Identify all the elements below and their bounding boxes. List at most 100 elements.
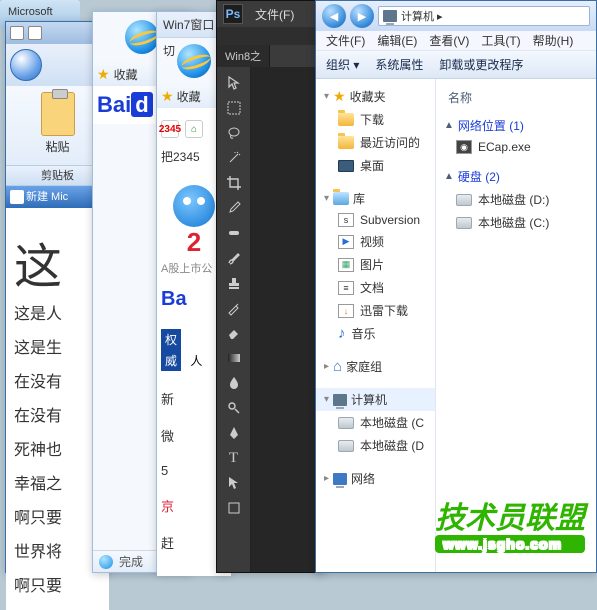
move-tool-icon[interactable]: [221, 71, 247, 95]
globe-icon: [99, 555, 113, 569]
gradient-tool-icon[interactable]: [221, 346, 247, 370]
list-item-ecap[interactable]: ◉ECap.exe: [440, 137, 592, 157]
eraser-tool-icon[interactable]: [221, 321, 247, 345]
menu-file[interactable]: 文件(F): [326, 32, 365, 49]
sidebar-item-drive-d[interactable]: 本地磁盘 (D: [316, 434, 435, 457]
ps-doc-tab[interactable]: Win8之: [217, 45, 270, 67]
drive-icon: [456, 217, 472, 229]
sidebar-item-video[interactable]: ▶视频: [316, 230, 435, 253]
site-2345-icon[interactable]: 2345: [161, 120, 179, 138]
office-orb-icon[interactable]: [10, 49, 42, 81]
explorer-window: ◀ ▶ 计算机 ▸ 文件(F) 编辑(E) 查看(V) 工具(T) 帮助(H) …: [315, 0, 597, 573]
history-brush-icon[interactable]: [221, 296, 247, 320]
word-line: 这是人: [14, 298, 103, 332]
brush-tool-icon[interactable]: [221, 246, 247, 270]
word-line: 啊只要: [14, 570, 103, 604]
sidebar-item-music[interactable]: ♪音乐: [316, 322, 435, 345]
menu-view[interactable]: 查看(V): [429, 32, 469, 49]
word-line: 幸福之: [14, 468, 103, 502]
sidebar-item-desktop[interactable]: 桌面: [316, 154, 435, 177]
site-home-icon[interactable]: ⌂: [185, 120, 203, 138]
qat-undo-icon[interactable]: [28, 26, 42, 40]
drive-icon: [338, 417, 354, 429]
wand-tool-icon[interactable]: [221, 146, 247, 170]
sidebar-group-homegroup[interactable]: ▸⌂家庭组: [316, 355, 435, 378]
ps-menubar: Ps 文件(F): [217, 1, 325, 27]
ps-optionsbar: [217, 27, 325, 45]
menu-edit[interactable]: 编辑(E): [377, 32, 417, 49]
address-bar[interactable]: 计算机 ▸: [378, 6, 590, 26]
chevron-down-icon: ▾: [324, 193, 329, 204]
chip[interactable]: 威: [161, 350, 181, 371]
menu-tools[interactable]: 工具(T): [481, 32, 520, 49]
ie1-fav-label[interactable]: 收藏: [114, 66, 138, 83]
sidebar-item-recent[interactable]: 最近访问的: [316, 131, 435, 154]
cmd-sysprops[interactable]: 系统属性: [375, 56, 423, 73]
eyedropper-tool-icon[interactable]: [221, 196, 247, 220]
list-item-drive-d[interactable]: 本地磁盘 (D:): [440, 188, 592, 211]
sidebar-item-documents[interactable]: ≡文档: [316, 276, 435, 299]
clipboard-icon[interactable]: [41, 92, 75, 136]
cmd-organize[interactable]: 组织 ▾: [326, 56, 359, 73]
explorer-menubar: 文件(F) 编辑(E) 查看(V) 工具(T) 帮助(H): [316, 31, 596, 51]
music-icon: ♪: [338, 325, 346, 342]
star-icon[interactable]: ★: [97, 66, 110, 83]
sidebar-item-pictures[interactable]: ▦图片: [316, 253, 435, 276]
paste-label[interactable]: 粘贴: [10, 138, 105, 155]
lasso-tool-icon[interactable]: [221, 121, 247, 145]
forward-button-icon[interactable]: ▶: [350, 4, 374, 28]
sidebar-item-downloads[interactable]: 下载: [316, 108, 435, 131]
sidebar-group-computer[interactable]: ▾计算机: [316, 388, 435, 411]
ps-logo-icon[interactable]: Ps: [223, 4, 243, 24]
path-select-icon[interactable]: [221, 471, 247, 495]
back-button-icon[interactable]: ◀: [322, 4, 346, 28]
ps-menu-file[interactable]: 文件(F): [255, 6, 294, 23]
ie-logo-icon[interactable]: [125, 20, 159, 54]
word-doc-tab-label: 新建 Mic: [26, 186, 68, 208]
computer-icon: [333, 394, 347, 406]
healing-tool-icon[interactable]: [221, 221, 247, 245]
sidebar-item-xunlei[interactable]: ↓迅雷下载: [316, 299, 435, 322]
group-header-drives[interactable]: ▲硬盘 (2): [440, 165, 592, 188]
sidebar-group-network[interactable]: ▸网络: [316, 467, 435, 490]
word-line: 啊只要: [14, 502, 103, 536]
dodge-tool-icon[interactable]: [221, 396, 247, 420]
triangle-down-icon: ▲: [444, 171, 454, 182]
menu-help[interactable]: 帮助(H): [533, 32, 574, 49]
chevron-down-icon: ▾: [324, 91, 329, 102]
picture-icon: ▦: [338, 258, 354, 272]
stamp-tool-icon[interactable]: [221, 271, 247, 295]
word-big-char: 这: [14, 238, 103, 298]
sidebar-group-libraries[interactable]: ▾库: [316, 187, 435, 210]
blur-tool-icon[interactable]: [221, 371, 247, 395]
photoshop-window: Ps 文件(F) Win8之 T: [216, 0, 326, 573]
list-item-drive-c[interactable]: 本地磁盘 (C:): [440, 211, 592, 234]
ps-toolbox: T: [217, 67, 251, 572]
sidebar-item-drive-c[interactable]: 本地磁盘 (C: [316, 411, 435, 434]
qat-save-icon[interactable]: [10, 26, 24, 40]
marquee-tool-icon[interactable]: [221, 96, 247, 120]
sidebar-item-svn[interactable]: sSubversion: [316, 210, 435, 230]
chip-txt: 人: [190, 354, 202, 368]
sidebar-group-favorites[interactable]: ▾★收藏夹: [316, 85, 435, 108]
pen-tool-icon[interactable]: [221, 421, 247, 445]
word-line: 在没有: [14, 366, 103, 400]
ie2-fav-label[interactable]: 收藏: [177, 88, 201, 105]
ie-logo-icon[interactable]: [177, 44, 211, 78]
desktop-icon: [338, 160, 354, 172]
crop-tool-icon[interactable]: [221, 171, 247, 195]
ps-canvas[interactable]: [251, 67, 325, 572]
explorer-commandbar: 组织 ▾ 系统属性 卸载或更改程序: [316, 51, 596, 79]
star-icon[interactable]: ★: [161, 88, 174, 105]
chip[interactable]: 权: [161, 329, 181, 350]
word-doc-icon: [10, 190, 24, 204]
cmd-uninstall[interactable]: 卸载或更改程序: [439, 56, 523, 73]
octo-num: 2: [187, 227, 201, 257]
type-tool-icon[interactable]: T: [221, 446, 247, 470]
shape-tool-icon[interactable]: [221, 496, 247, 520]
column-header-name[interactable]: 名称: [440, 85, 592, 114]
chevron-down-icon: ▾: [324, 394, 329, 405]
group-header-network[interactable]: ▲网络位置 (1): [440, 114, 592, 137]
watermark: 技术员联盟 www.jsgho.com: [435, 493, 585, 553]
octopus-icon[interactable]: [173, 185, 215, 227]
